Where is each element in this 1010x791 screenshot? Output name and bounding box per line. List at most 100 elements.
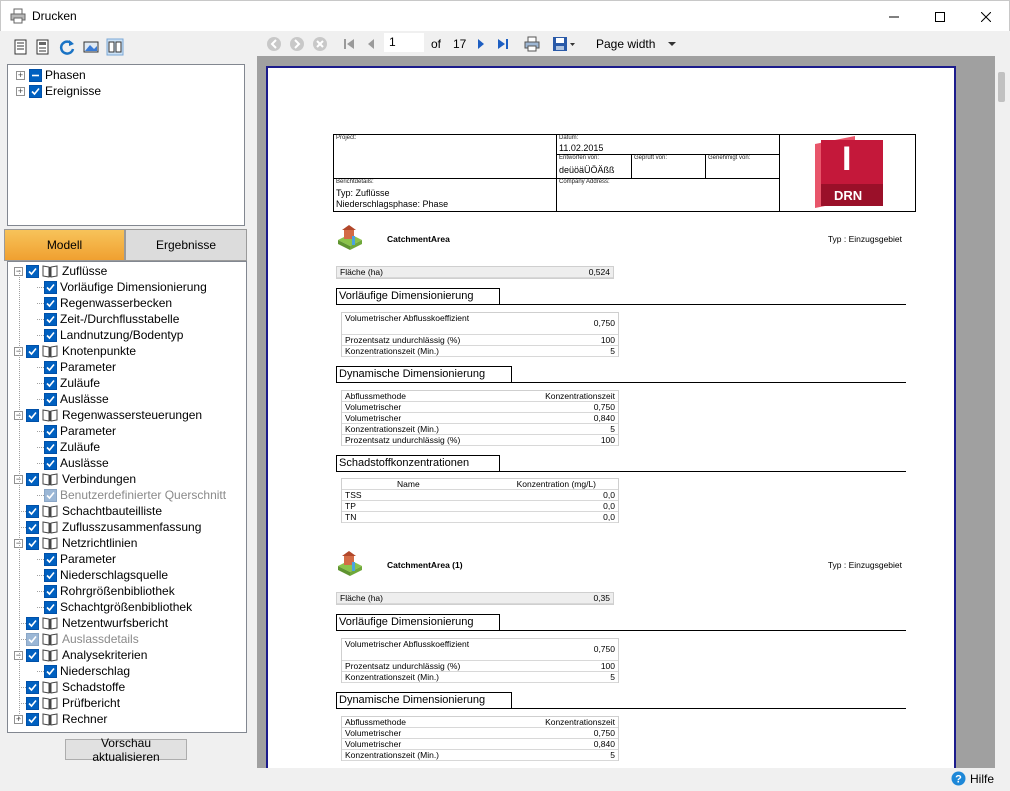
checkbox-checked[interactable] <box>44 664 57 678</box>
tree-item[interactable]: Analysekriterien <box>26 647 147 663</box>
checkbox-checked[interactable] <box>44 488 57 502</box>
section-underline <box>336 382 906 383</box>
page-number-input[interactable]: 1 <box>384 33 424 52</box>
next-page-icon[interactable] <box>473 35 489 52</box>
tree-item[interactable]: Zuflüsse <box>26 263 107 279</box>
checkbox-checked[interactable] <box>26 632 39 646</box>
checkbox-checked[interactable] <box>44 440 57 454</box>
tree-item-ereignisse[interactable]: + Ereignisse <box>16 83 101 99</box>
checkbox-checked[interactable] <box>26 536 39 550</box>
tree-item[interactable]: Vorläufige Dimensionierung <box>44 279 207 295</box>
print-icon[interactable] <box>523 35 541 52</box>
expand-icon[interactable]: + <box>16 70 25 80</box>
expand-icon[interactable]: + <box>16 86 25 96</box>
checkbox-checked[interactable] <box>26 408 39 422</box>
tree-item[interactable]: Schachtgrößenbibliothek <box>44 599 192 615</box>
checkbox-checked[interactable] <box>26 504 39 518</box>
checkbox-checked[interactable] <box>44 584 57 598</box>
tree-item[interactable]: Regenwasserbecken <box>44 295 172 311</box>
tree-item[interactable]: Prüfbericht <box>26 695 120 711</box>
checkbox-partial[interactable] <box>29 68 42 82</box>
checkbox-checked[interactable] <box>26 264 39 278</box>
tree-item[interactable]: Zeit-/Durchflusstabelle <box>44 311 179 327</box>
date-value: 11.02.2015 <box>559 143 604 153</box>
refresh-preview-button[interactable]: Vorschau aktualisieren <box>65 736 187 764</box>
zoom-select[interactable]: Page width <box>596 35 655 52</box>
checkbox-checked[interactable] <box>26 648 39 662</box>
check-icon <box>28 411 37 419</box>
tree-item[interactable]: Zuläufe <box>44 375 100 391</box>
tree-item-label: Parameter <box>60 552 117 566</box>
checkbox-checked[interactable] <box>26 472 39 486</box>
tree-item[interactable]: Auslässe <box>44 455 109 471</box>
tree-item[interactable]: Zuflusszusammenfassung <box>26 519 201 535</box>
tree-item[interactable]: Niederschlag <box>44 663 130 679</box>
checkbox-checked[interactable] <box>44 360 57 374</box>
tree-item[interactable]: Benutzerdefinierter Querschnitt <box>44 487 226 503</box>
tree-item[interactable]: Auslässe <box>44 391 109 407</box>
tree-item[interactable]: Regenwassersteuerungen <box>26 407 202 423</box>
checkbox-checked[interactable] <box>44 392 57 406</box>
forward-icon[interactable] <box>288 35 306 52</box>
tree-item[interactable]: Auslassdetails <box>26 631 139 647</box>
checkbox-checked[interactable] <box>26 520 39 534</box>
tree-item[interactable]: Schadstoffe <box>26 679 125 695</box>
tree-item[interactable]: Rohrgrößenbibliothek <box>44 583 175 599</box>
scrollbar-thumb[interactable] <box>998 72 1005 102</box>
tree-item[interactable]: Zuläufe <box>44 439 100 455</box>
checkbox-checked[interactable] <box>44 280 57 294</box>
checkbox-checked[interactable] <box>44 312 57 326</box>
back-icon[interactable] <box>265 35 283 52</box>
checkbox-checked[interactable] <box>44 552 57 566</box>
book-view-icon[interactable] <box>106 38 124 56</box>
checkbox-checked[interactable] <box>44 376 57 390</box>
checkbox-checked[interactable] <box>44 600 57 614</box>
tree-item-phasen[interactable]: + Phasen <box>16 67 86 83</box>
tree-item[interactable]: Rechner <box>26 711 107 727</box>
refresh-icon[interactable] <box>58 38 76 56</box>
tree-item[interactable]: Verbindungen <box>26 471 136 487</box>
tab-modell[interactable]: Modell <box>4 229 125 261</box>
checkbox-checked[interactable] <box>26 616 39 630</box>
prelim-row-label: Konzentrationszeit (Min.) <box>345 672 440 682</box>
minimize-button[interactable] <box>871 1 917 32</box>
previous-page-icon[interactable] <box>363 35 379 52</box>
tree-item[interactable]: Knotenpunkte <box>26 343 136 359</box>
image-preview-icon[interactable] <box>82 38 100 56</box>
book-icon-wrap <box>42 680 62 694</box>
checkbox-checked[interactable] <box>44 328 57 342</box>
tree-item[interactable]: Niederschlagsquelle <box>44 567 168 583</box>
page-icon[interactable] <box>12 38 30 56</box>
vertical-scrollbar[interactable] <box>995 56 1009 768</box>
first-page-icon[interactable] <box>341 35 357 52</box>
tree-item[interactable]: Landnutzung/Bodentyp <box>44 327 183 343</box>
tab-ergebnisse[interactable]: Ergebnisse <box>125 229 247 261</box>
chevron-down-icon[interactable] <box>666 35 678 52</box>
check-icon <box>28 683 37 691</box>
checkbox-checked[interactable] <box>26 680 39 694</box>
document-list-icon[interactable] <box>34 38 52 56</box>
maximize-button[interactable] <box>917 1 963 32</box>
checkbox-checked[interactable] <box>44 456 57 470</box>
save-export-icon[interactable] <box>552 35 576 52</box>
checkbox-checked[interactable] <box>44 568 57 582</box>
section-title-pollutants: Schadstoffkonzentrationen <box>339 457 470 469</box>
tree-item[interactable]: Schachtbauteilliste <box>26 503 162 519</box>
stop-icon[interactable] <box>311 35 329 52</box>
checkbox-checked[interactable] <box>26 712 39 726</box>
tree-item[interactable]: Parameter <box>44 359 116 375</box>
checkbox-checked[interactable] <box>29 84 42 98</box>
help-button[interactable]: ? Hilfe <box>951 771 994 786</box>
tree-item[interactable]: Parameter <box>44 551 116 567</box>
checkbox-checked[interactable] <box>44 296 57 310</box>
status-bar: ? Hilfe <box>0 768 1010 791</box>
close-button[interactable] <box>963 1 1009 32</box>
last-page-icon[interactable] <box>495 35 511 52</box>
checkbox-checked[interactable] <box>26 344 39 358</box>
tree-item-label: Zuflüsse <box>62 264 108 278</box>
tree-item[interactable]: Netzrichtlinien <box>26 535 137 551</box>
tree-item[interactable]: Netzentwurfsbericht <box>26 615 168 631</box>
checkbox-checked[interactable] <box>26 696 39 710</box>
checkbox-checked[interactable] <box>44 424 57 438</box>
tree-item[interactable]: Parameter <box>44 423 116 439</box>
